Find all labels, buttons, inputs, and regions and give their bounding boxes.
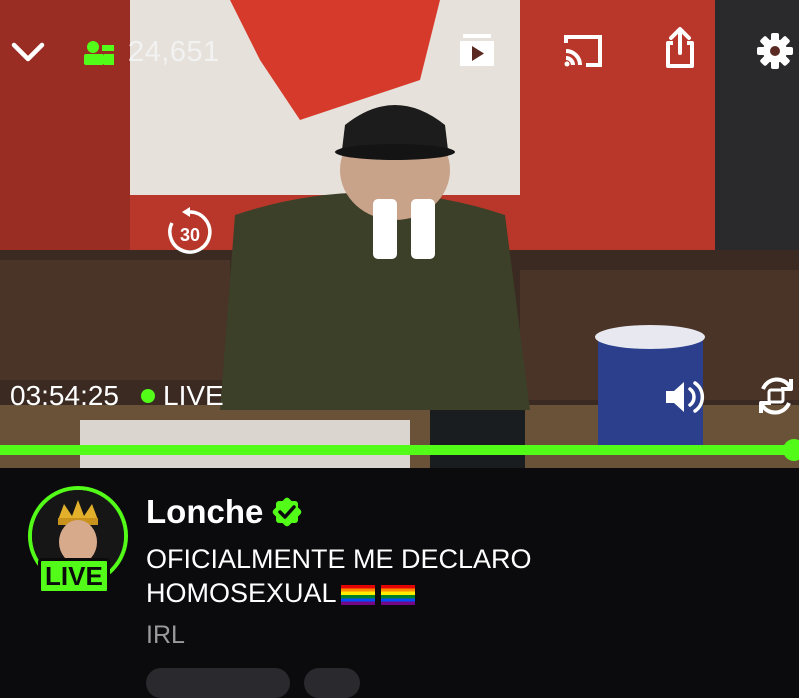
- channel-name[interactable]: Lonche: [146, 493, 263, 531]
- viewer-count-value: 24,651: [128, 36, 220, 68]
- tag-chip[interactable]: [304, 668, 360, 698]
- settings-icon[interactable]: [755, 31, 795, 71]
- stream-info: LIVE Lonche OFICIALMENTE ME DECLARO HOMO…: [0, 468, 799, 698]
- rotate-icon[interactable]: [754, 374, 798, 418]
- channel-name-row[interactable]: Lonche: [146, 493, 303, 531]
- stream-category[interactable]: IRL: [146, 621, 185, 650]
- stream-title: OFICIALMENTE ME DECLARO HOMOSEXUAL: [146, 542, 766, 610]
- pause-button[interactable]: [370, 196, 438, 262]
- live-label: LIVE: [163, 380, 224, 411]
- video-player[interactable]: 24,651 30 03:54:25 LIVE: [0, 0, 799, 468]
- stream-title-line2-row: HOMOSEXUAL: [146, 576, 766, 610]
- pause-icon[interactable]: [371, 197, 437, 261]
- viewers-icon: [84, 40, 114, 65]
- progress-scrubber[interactable]: [783, 439, 799, 461]
- live-dot-icon: [141, 389, 155, 403]
- verified-badge-icon: [273, 497, 302, 527]
- avatar-live-badge: LIVE: [38, 558, 110, 594]
- live-indicator[interactable]: LIVE: [141, 380, 224, 412]
- cast-icon[interactable]: [562, 32, 604, 70]
- channel-avatar-wrap[interactable]: LIVE: [28, 486, 128, 594]
- share-icon[interactable]: [662, 26, 698, 70]
- rainbow-flag-icon: [340, 584, 375, 605]
- progress-bar[interactable]: [0, 439, 799, 461]
- tag-chip[interactable]: [146, 668, 290, 698]
- stream-title-line2: HOMOSEXUAL: [146, 578, 337, 608]
- theater-mode-icon[interactable]: [457, 30, 497, 70]
- elapsed-time: 03:54:25: [10, 380, 119, 411]
- chevron-down-icon[interactable]: [10, 34, 46, 70]
- volume-icon[interactable]: [662, 376, 706, 418]
- rainbow-flag-icon: [380, 584, 415, 605]
- viewer-count: 24,651: [82, 36, 220, 69]
- stream-title-line1: OFICIALMENTE ME DECLARO: [146, 544, 532, 574]
- rewind-30-icon[interactable]: 30: [163, 205, 217, 259]
- rewind-seconds: 30: [180, 225, 200, 245]
- playback-status: 03:54:25 LIVE: [10, 380, 224, 412]
